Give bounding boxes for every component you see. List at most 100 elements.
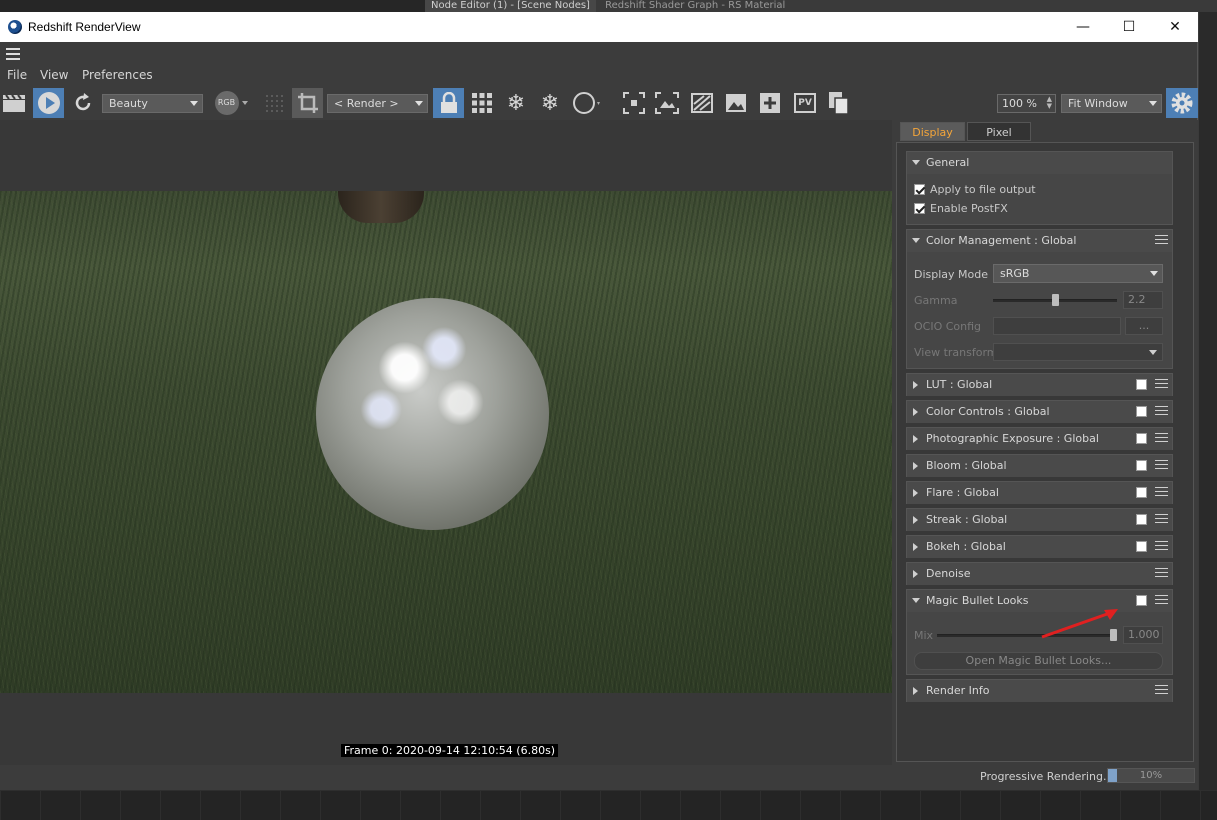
play-render-icon[interactable] (33, 88, 64, 118)
section-menu-icon[interactable] (1155, 433, 1168, 444)
dotted-grid-icon[interactable] (262, 88, 286, 118)
minimize-button[interactable]: — (1060, 12, 1106, 42)
section-render-info-header[interactable]: Render Info (907, 680, 1172, 702)
enable-postfx-label: Enable PostFX (930, 202, 1008, 215)
focus-frame-icon[interactable] (620, 88, 648, 118)
apply-to-file-output-checkbox[interactable] (914, 184, 925, 195)
section-menu-icon[interactable] (1155, 379, 1168, 390)
rgb-channel-button[interactable]: RGB (211, 88, 251, 118)
hamburger-menu-icon[interactable] (6, 48, 20, 60)
ocio-browse-button[interactable]: ... (1125, 317, 1163, 335)
rgb-channel-label: RGB (214, 91, 239, 115)
toolbar: Beauty RGB < Render > ❄ ❄ PV 100 % ▲ ▼ F… (0, 88, 1198, 120)
section-flare-header[interactable]: Flare : Global (907, 482, 1172, 504)
enable-postfx-row[interactable]: Enable PostFX (914, 202, 1008, 215)
section-bokeh-enable-checkbox[interactable] (1136, 541, 1147, 552)
section-magic-bullet-looks-enable-checkbox[interactable] (1136, 595, 1147, 606)
pv-snapshot-icon[interactable]: PV (790, 88, 820, 118)
gamma-slider-knob[interactable] (1052, 294, 1059, 306)
panel-body: General Apply to file output Enable Post… (896, 142, 1194, 762)
settings-gear-icon[interactable] (1166, 88, 1198, 118)
refresh-icon[interactable] (70, 88, 96, 118)
section-color-controls: Color Controls : Global (906, 400, 1173, 423)
snowflake-g-icon[interactable]: ❄ (536, 88, 564, 118)
chevron-down-icon (241, 101, 248, 105)
tile-grid-icon[interactable] (468, 88, 496, 118)
section-denoise-header[interactable]: Denoise (907, 563, 1172, 585)
ocio-config-label: OCIO Config (914, 320, 982, 333)
lock-icon[interactable] (433, 88, 464, 118)
apply-to-file-output-row[interactable]: Apply to file output (914, 183, 1036, 196)
section-render-info: Render Info (906, 679, 1173, 702)
pv-label: PV (794, 93, 816, 113)
chevron-down-icon (1149, 350, 1157, 355)
copy-pages-icon[interactable] (825, 88, 853, 118)
enable-postfx-checkbox[interactable] (914, 203, 925, 214)
fit-image-icon[interactable] (653, 88, 681, 118)
section-bokeh-header[interactable]: Bokeh : Global (907, 536, 1172, 558)
tab-pixel[interactable]: Pixel (967, 122, 1031, 141)
close-button[interactable]: ✕ (1152, 12, 1198, 42)
menu-preferences[interactable]: Preferences (82, 68, 153, 82)
render-viewport[interactable]: Frame 0: 2020-09-14 12:10:54 (6.80s) (0, 120, 892, 765)
renderview-window: Redshift RenderView — ☐ ✕ File View Pref… (0, 12, 1198, 790)
section-lut-enable-checkbox[interactable] (1136, 379, 1147, 390)
section-menu-icon[interactable] (1155, 235, 1168, 246)
background-node-grid (0, 790, 1217, 820)
menu-view[interactable]: View (40, 68, 68, 82)
section-menu-icon[interactable] (1155, 568, 1168, 579)
compare-image-icon[interactable] (688, 88, 716, 118)
spinner-arrows-icon[interactable]: ▲ ▼ (1047, 96, 1052, 110)
section-lut-header[interactable]: LUT : Global (907, 374, 1172, 396)
open-magic-bullet-looks-button[interactable]: Open Magic Bullet Looks... (914, 652, 1163, 670)
section-photographic-exposure-header[interactable]: Photographic Exposure : Global (907, 428, 1172, 450)
section-bloom-header[interactable]: Bloom : Global (907, 455, 1172, 477)
section-color-controls-enable-checkbox[interactable] (1136, 406, 1147, 417)
section-photographic-exposure-enable-checkbox[interactable] (1136, 433, 1147, 444)
display-mode-select[interactable]: sRGB (993, 264, 1163, 283)
render-image (0, 191, 892, 693)
section-menu-icon[interactable] (1155, 460, 1168, 471)
section-menu-icon[interactable] (1155, 487, 1168, 498)
section-color-management-title: Color Management : Global (926, 234, 1077, 247)
section-menu-icon[interactable] (1155, 406, 1168, 417)
section-flare-enable-checkbox[interactable] (1136, 487, 1147, 498)
background-tab-shader-graph[interactable]: Redshift Shader Graph - RS Material (599, 0, 791, 12)
mix-field[interactable]: 1.000 (1123, 626, 1163, 644)
add-snapshot-icon[interactable] (756, 88, 784, 118)
section-color-management-header[interactable]: Color Management : Global (907, 230, 1172, 252)
gamma-label: Gamma (914, 294, 958, 307)
section-bokeh-title: Bokeh : Global (926, 540, 1006, 553)
gamma-field[interactable]: 2.2 (1123, 291, 1163, 309)
circle-shape-icon[interactable] (570, 88, 604, 118)
section-general-title: General (926, 156, 970, 169)
background-tab-node-editor[interactable]: Node Editor (1) - [Scene Nodes] (425, 0, 596, 12)
section-streak-enable-checkbox[interactable] (1136, 514, 1147, 525)
section-bloom-enable-checkbox[interactable] (1136, 460, 1147, 471)
view-transform-select[interactable] (993, 343, 1163, 361)
zoom-spinner[interactable]: 100 % ▲ ▼ (997, 94, 1056, 113)
section-color-controls-header[interactable]: Color Controls : Global (907, 401, 1172, 423)
clapperboard-icon[interactable] (0, 88, 28, 118)
snowflake-icon[interactable]: ❄ (502, 88, 530, 118)
section-menu-icon[interactable] (1155, 541, 1168, 552)
snapshot-image-icon[interactable] (722, 88, 750, 118)
tree-trunk (338, 191, 424, 223)
aov-select[interactable]: Beauty (102, 94, 203, 113)
zoom-value: 100 % (1002, 97, 1037, 110)
section-menu-icon[interactable] (1155, 685, 1168, 696)
crop-region-icon[interactable] (292, 88, 323, 118)
maximize-button[interactable]: ☐ (1106, 12, 1152, 42)
section-menu-icon[interactable] (1155, 595, 1168, 606)
section-general-header[interactable]: General (907, 152, 1172, 174)
fit-window-select[interactable]: Fit Window (1061, 94, 1162, 113)
render-select[interactable]: < Render > (327, 94, 428, 113)
ocio-config-field[interactable] (993, 317, 1121, 335)
section-streak-header[interactable]: Streak : Global (907, 509, 1172, 531)
menu-file[interactable]: File (7, 68, 27, 82)
section-streak: Streak : Global (906, 508, 1173, 531)
tab-display[interactable]: Display (900, 122, 965, 141)
section-menu-icon[interactable] (1155, 514, 1168, 525)
section-general: General Apply to file output Enable Post… (906, 151, 1173, 225)
section-photographic-exposure: Photographic Exposure : Global (906, 427, 1173, 450)
